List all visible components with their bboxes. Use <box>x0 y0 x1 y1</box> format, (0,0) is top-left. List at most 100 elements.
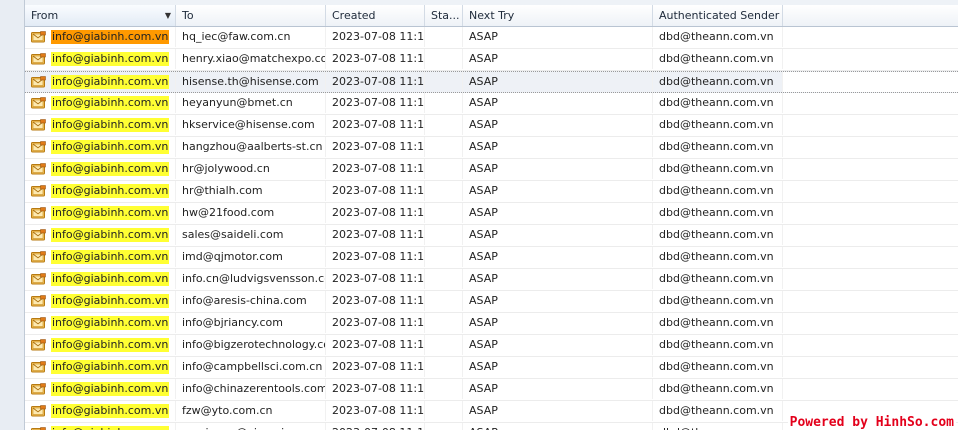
from-address: info@giabinh.com.vn <box>51 52 170 66</box>
envelope-icon <box>31 317 46 329</box>
from-address: info@giabinh.com.vn <box>51 118 170 132</box>
table-row[interactable]: info@giabinh.com.vn hw@21food.com 2023-0… <box>25 203 958 225</box>
cell-authenticated-sender: dbd@theann.com.vn <box>653 423 783 430</box>
cell-to: hr@jolywood.cn <box>176 159 326 179</box>
cell-status <box>425 423 463 430</box>
cell-authenticated-sender: dbd@theann.com.vn <box>653 93 783 113</box>
cell-authenticated-sender: dbd@theann.com.vn <box>653 313 783 333</box>
cell-from: info@giabinh.com.vn <box>25 357 176 377</box>
from-address: info@giabinh.com.vn <box>51 250 170 264</box>
table-row[interactable]: info@giabinh.com.vn heyanyun@bmet.cn 202… <box>25 93 958 115</box>
table-row[interactable]: info@giabinh.com.vn info@campbellsci.com… <box>25 357 958 379</box>
cell-status <box>425 313 463 333</box>
cell-from: info@giabinh.com.vn <box>25 159 176 179</box>
cell-from: info@giabinh.com.vn <box>25 72 176 92</box>
table-row[interactable]: info@giabinh.com.vn hq_iec@faw.com.cn 20… <box>25 27 958 49</box>
cell-status <box>425 49 463 69</box>
cell-next-try: ASAP <box>463 247 653 267</box>
table-row[interactable]: info@giabinh.com.vn info.cn@ludvigsvenss… <box>25 269 958 291</box>
column-header-status[interactable]: Sta... <box>425 5 463 26</box>
envelope-icon <box>31 361 46 373</box>
column-header-authenticated-sender[interactable]: Authenticated Sender <box>653 5 783 26</box>
cell-created: 2023-07-08 11:16 <box>326 247 425 267</box>
cell-status <box>425 401 463 421</box>
cell-filler <box>783 247 958 267</box>
envelope-icon <box>31 229 46 241</box>
cell-status <box>425 159 463 179</box>
envelope-icon <box>31 141 46 153</box>
from-address: info@giabinh.com.vn <box>51 140 170 154</box>
cell-status <box>425 72 463 92</box>
cell-to: heyanyun@bmet.cn <box>176 93 326 113</box>
table-row[interactable]: info@giabinh.com.vn info@bigzerotechnolo… <box>25 335 958 357</box>
envelope-icon <box>31 339 46 351</box>
cell-created: 2023-07-08 11:16 <box>326 269 425 289</box>
table-row[interactable]: info@giabinh.com.vn hkservice@hisense.co… <box>25 115 958 137</box>
column-header-created[interactable]: Created <box>326 5 425 26</box>
from-address: info@giabinh.com.vn <box>51 294 170 308</box>
column-header-to[interactable]: To <box>176 5 326 26</box>
envelope-icon <box>31 185 46 197</box>
cell-from: info@giabinh.com.vn <box>25 247 176 267</box>
cell-created: 2023-07-08 11:16 <box>326 335 425 355</box>
cell-filler <box>783 291 958 311</box>
cell-created: 2023-07-08 11:16 <box>326 115 425 135</box>
from-address: info@giabinh.com.vn <box>51 360 170 374</box>
column-header-next-try[interactable]: Next Try <box>463 5 653 26</box>
cell-to: hq_iec@faw.com.cn <box>176 27 326 47</box>
cell-created: 2023-07-08 11:16 <box>326 379 425 399</box>
column-header-filler <box>783 5 958 26</box>
from-address: info@giabinh.com.vn <box>51 272 170 286</box>
cell-status <box>425 137 463 157</box>
cell-filler <box>783 93 958 113</box>
grid-header: From ▼ To Created Sta... Next Try Authen… <box>25 5 958 27</box>
table-row[interactable]: info@giabinh.com.vn hisense.th@hisense.c… <box>25 71 958 93</box>
table-row[interactable]: info@giabinh.com.vn hr@jolywood.cn 2023-… <box>25 159 958 181</box>
cell-from: info@giabinh.com.vn <box>25 181 176 201</box>
envelope-icon <box>31 295 46 307</box>
table-row[interactable]: info@giabinh.com.vn imd@qjmotor.com 2023… <box>25 247 958 269</box>
envelope-icon <box>31 207 46 219</box>
table-row[interactable]: info@giabinh.com.vn hr@thialh.com 2023-0… <box>25 181 958 203</box>
table-row[interactable]: info@giabinh.com.vn info@aresis-china.co… <box>25 291 958 313</box>
table-row[interactable]: info@giabinh.com.vn sales@saideli.com 20… <box>25 225 958 247</box>
cell-authenticated-sender: dbd@theann.com.vn <box>653 291 783 311</box>
cell-status <box>425 181 463 201</box>
cell-authenticated-sender: dbd@theann.com.vn <box>653 159 783 179</box>
from-address: info@giabinh.com.vn <box>51 184 170 198</box>
cell-filler <box>783 225 958 245</box>
from-address: info@giabinh.com.vn <box>51 206 170 220</box>
cell-created: 2023-07-08 11:16 <box>326 72 425 92</box>
cell-status <box>425 225 463 245</box>
cell-to: sales@saideli.com <box>176 225 326 245</box>
cell-from: info@giabinh.com.vn <box>25 335 176 355</box>
cell-from: info@giabinh.com.vn <box>25 49 176 69</box>
cell-authenticated-sender: dbd@theann.com.vn <box>653 225 783 245</box>
column-header-from[interactable]: From ▼ <box>25 5 176 26</box>
cell-filler <box>783 49 958 69</box>
cell-from: info@giabinh.com.vn <box>25 423 176 430</box>
cell-created: 2023-07-08 11:16 <box>326 159 425 179</box>
cell-authenticated-sender: dbd@theann.com.vn <box>653 203 783 223</box>
cell-authenticated-sender: dbd@theann.com.vn <box>653 401 783 421</box>
cell-to: hw@21food.com <box>176 203 326 223</box>
table-row[interactable]: info@giabinh.com.vn info@bjriancy.com 20… <box>25 313 958 335</box>
cell-filler <box>783 181 958 201</box>
cell-filler <box>783 357 958 377</box>
table-row[interactable]: info@giabinh.com.vn henry.xiao@matchexpo… <box>25 49 958 71</box>
sort-down-icon: ▼ <box>164 11 171 20</box>
cell-filler <box>783 379 958 399</box>
cell-created: 2023-07-08 11:16 <box>326 357 425 377</box>
envelope-icon <box>31 31 46 43</box>
cell-created: 2023-07-08 11:16 <box>326 27 425 47</box>
cell-to: info@aresis-china.com <box>176 291 326 311</box>
cell-created: 2023-07-08 11:16 <box>326 291 425 311</box>
cell-authenticated-sender: dbd@theann.com.vn <box>653 181 783 201</box>
table-row[interactable]: info@giabinh.com.vn hangzhou@aalberts-st… <box>25 137 958 159</box>
cell-to: info@campbellsci.com.cn <box>176 357 326 377</box>
cell-to: info@bigzerotechnology.com <box>176 335 326 355</box>
from-address: info@giabinh.com.vn <box>51 338 170 352</box>
table-row[interactable]: info@giabinh.com.vn info@chinazerentools… <box>25 379 958 401</box>
cell-to: hangzhou@aalberts-st.cn <box>176 137 326 157</box>
cell-from: info@giabinh.com.vn <box>25 269 176 289</box>
